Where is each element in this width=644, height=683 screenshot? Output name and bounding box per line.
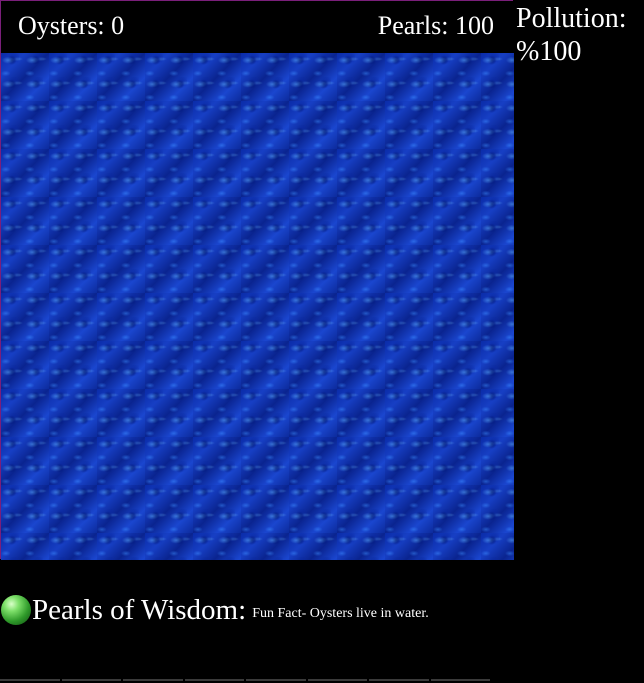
pearl-icon [1, 595, 31, 625]
water-area[interactable] [1, 53, 514, 560]
hud-bar: Oysters: 0 Pearls: 100 [1, 1, 514, 53]
pearls-counter: Pearls: 100 [377, 11, 494, 40]
pollution-panel: Pollution: %100 [516, 2, 644, 68]
bottom-divider [0, 679, 490, 683]
pollution-value: %100 [516, 36, 582, 67]
wisdom-title: Pearls of Wisdom: [32, 594, 247, 626]
wisdom-fact: Fun Fact- Oysters live in water. [252, 606, 429, 621]
game-stage: Oysters: 0 Pearls: 100 Pollution: %100 P… [0, 0, 644, 683]
pearls-of-wisdom: Pearls of Wisdom: Fun Fact- Oysters live… [0, 588, 429, 632]
pollution-label: Pollution: [516, 3, 627, 34]
game-board[interactable]: Oysters: 0 Pearls: 100 [0, 0, 514, 560]
oysters-counter: Oysters: 0 [18, 11, 125, 40]
